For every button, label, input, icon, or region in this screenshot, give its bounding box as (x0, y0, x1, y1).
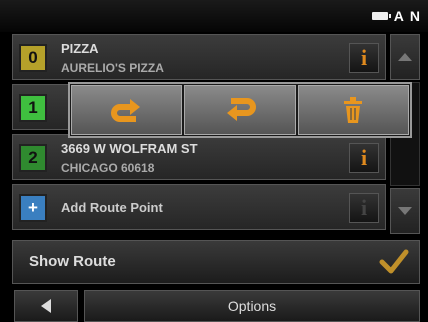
route-point-subtitle: CHICAGO 60618 (61, 161, 155, 175)
route-point-row[interactable]: 0 PIZZA AURELIO'S PIZZA i (12, 34, 386, 80)
route-badge: 0 (19, 44, 47, 72)
route-point-row[interactable]: 2 3669 W WOLFRAM ST CHICAGO 60618 i (12, 134, 386, 180)
add-icon: + (19, 194, 47, 222)
chevron-up-icon (398, 53, 412, 61)
info-icon[interactable]: i (349, 143, 379, 173)
route-point-actions-popup (68, 82, 412, 138)
move-up-button[interactable] (71, 85, 183, 135)
checkmark-icon (379, 249, 409, 274)
move-down-icon (226, 98, 256, 121)
back-arrow-icon (41, 299, 51, 313)
move-up-icon (110, 99, 140, 122)
signal-a-icon: A (393, 8, 404, 24)
info-icon: i (349, 193, 379, 223)
bottom-bar: Options (0, 290, 428, 322)
status-bar: A N (0, 0, 428, 32)
route-point-title: 3669 W WOLFRAM ST (61, 141, 198, 156)
delete-icon (344, 97, 363, 123)
scroll-up-button[interactable] (390, 34, 420, 80)
options-button[interactable]: Options (84, 290, 420, 322)
chevron-down-icon (398, 207, 412, 215)
info-icon[interactable]: i (349, 43, 379, 73)
battery-icon (371, 12, 391, 20)
gps-icon: N (409, 8, 420, 24)
route-badge: 1 (19, 94, 47, 122)
back-button[interactable] (14, 290, 78, 322)
add-route-point-row[interactable]: + Add Route Point i (12, 184, 386, 230)
show-route-button[interactable]: Show Route (12, 240, 420, 284)
status-icons: A N (371, 8, 420, 24)
scroll-down-button[interactable] (390, 188, 420, 234)
route-point-title: PIZZA (61, 41, 99, 56)
delete-button[interactable] (297, 85, 409, 135)
route-point-subtitle: AURELIO'S PIZZA (61, 61, 164, 75)
move-down-button[interactable] (184, 85, 296, 135)
route-badge: 2 (19, 144, 47, 172)
add-route-point-label: Add Route Point (61, 200, 163, 215)
show-route-label: Show Route (29, 253, 116, 270)
